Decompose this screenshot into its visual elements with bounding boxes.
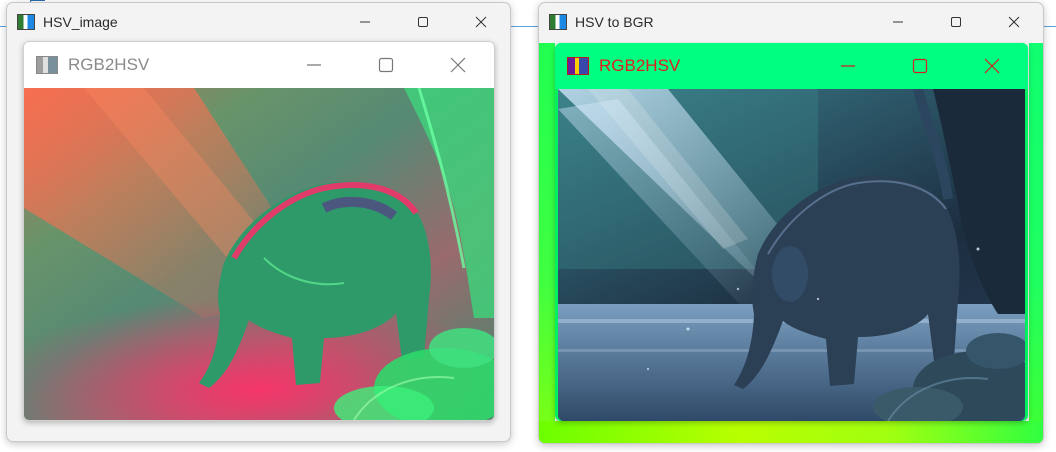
close-icon	[984, 58, 1000, 74]
child-window-titlebar[interactable]: RGB2HSV	[555, 43, 1028, 89]
child-window-rgb2hsv[interactable]: RGB2HSV	[23, 41, 495, 421]
bgr-image-canvas	[558, 89, 1025, 421]
close-icon	[1008, 16, 1020, 28]
hsv-image-canvas	[24, 88, 494, 420]
close-button[interactable]	[985, 3, 1043, 41]
child-window-rgb2hsv[interactable]: RGB2HSV	[555, 43, 1028, 421]
app-icon	[567, 57, 589, 75]
minimize-button[interactable]	[336, 3, 394, 41]
close-button[interactable]	[452, 3, 510, 41]
window-titlebar[interactable]: HSV to BGR	[539, 3, 1043, 41]
maximize-button[interactable]	[394, 3, 452, 41]
child-window-controls	[812, 43, 1028, 89]
maximize-button[interactable]	[350, 42, 422, 88]
app-icon	[549, 14, 567, 30]
window-controls	[869, 3, 1043, 41]
window-border	[539, 421, 1043, 443]
window-border	[539, 43, 555, 443]
maximize-icon	[912, 58, 928, 74]
minimize-icon	[841, 65, 855, 67]
child-window-controls	[278, 42, 494, 88]
maximize-button[interactable]	[927, 3, 985, 41]
maximize-icon	[951, 17, 961, 27]
close-icon	[475, 16, 487, 28]
window-title: HSV to BGR	[575, 14, 654, 30]
window-titlebar[interactable]: HSV_image	[7, 3, 510, 41]
close-button[interactable]	[956, 43, 1028, 89]
minimize-icon	[893, 21, 903, 23]
minimize-button[interactable]	[278, 42, 350, 88]
child-window-titlebar[interactable]: RGB2HSV	[24, 42, 494, 88]
close-button[interactable]	[422, 42, 494, 88]
window-controls	[336, 3, 510, 41]
minimize-button[interactable]	[812, 43, 884, 89]
child-window-title: RGB2HSV	[599, 56, 681, 75]
app-icon	[17, 14, 35, 30]
window-title: HSV_image	[43, 14, 118, 30]
maximize-icon	[418, 17, 428, 27]
close-icon	[450, 57, 466, 73]
desktop: HSV_image RGB2HSV HSV to BGR RGB2HSV	[0, 0, 1056, 452]
window-border	[1029, 43, 1043, 443]
app-icon	[36, 56, 58, 74]
minimize-icon	[360, 21, 370, 23]
minimize-icon	[307, 64, 321, 66]
window-hsv-to-bgr[interactable]: HSV to BGR RGB2HSV	[538, 2, 1044, 444]
window-hsv-image[interactable]: HSV_image RGB2HSV	[6, 2, 511, 442]
hsv-image	[24, 88, 494, 420]
child-window-title: RGB2HSV	[68, 55, 150, 74]
maximize-icon	[378, 57, 394, 73]
maximize-button[interactable]	[884, 43, 956, 89]
bgr-image	[558, 89, 1025, 421]
minimize-button[interactable]	[869, 3, 927, 41]
